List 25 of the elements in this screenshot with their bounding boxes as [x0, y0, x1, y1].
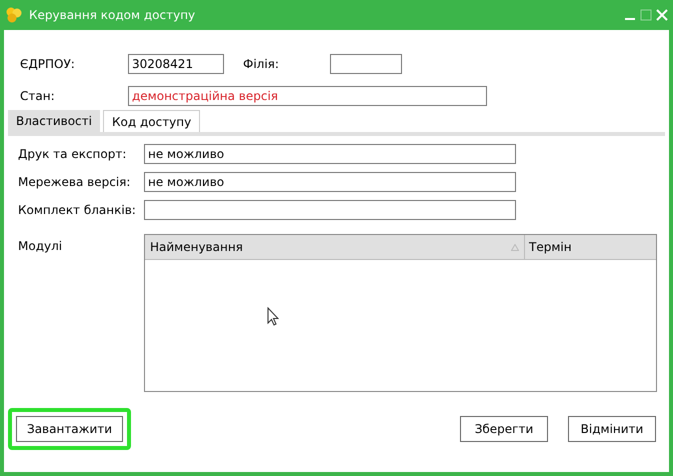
- button[interactable]: Відмінити: [568, 416, 656, 442]
- input-field[interactable]: не можливо: [144, 144, 516, 164]
- field-label: Комплект бланків:: [18, 202, 137, 219]
- close-icon[interactable]: [656, 9, 668, 21]
- field-label: Стан:: [20, 88, 56, 105]
- button[interactable]: Завантажити: [16, 416, 124, 442]
- field-label: Філія:: [243, 56, 280, 73]
- app-logo-icon: [5, 6, 23, 24]
- input-field[interactable]: [144, 200, 516, 220]
- pointer-icon: [267, 307, 279, 326]
- input-field[interactable]: 30208421: [128, 54, 224, 74]
- field-label: Друк та експорт:: [18, 146, 128, 163]
- input-field[interactable]: [330, 54, 402, 74]
- input-field[interactable]: не можливо: [144, 172, 516, 192]
- tab[interactable]: Код доступу: [102, 110, 200, 132]
- field-label: Мережева версія:: [18, 174, 132, 191]
- column-header[interactable]: Найменування: [145, 235, 525, 259]
- field-label: ЄДРПОУ:: [20, 56, 76, 73]
- field-label: Модулі: [18, 238, 64, 253]
- maximize-icon[interactable]: [640, 9, 652, 21]
- button[interactable]: Зберегти: [460, 416, 548, 442]
- window-title: Керування кодом доступу: [29, 7, 196, 24]
- column-header[interactable]: Термін: [525, 235, 656, 259]
- tab[interactable]: Властивості: [8, 110, 100, 132]
- status-field[interactable]: демонстраційна версія: [128, 86, 487, 106]
